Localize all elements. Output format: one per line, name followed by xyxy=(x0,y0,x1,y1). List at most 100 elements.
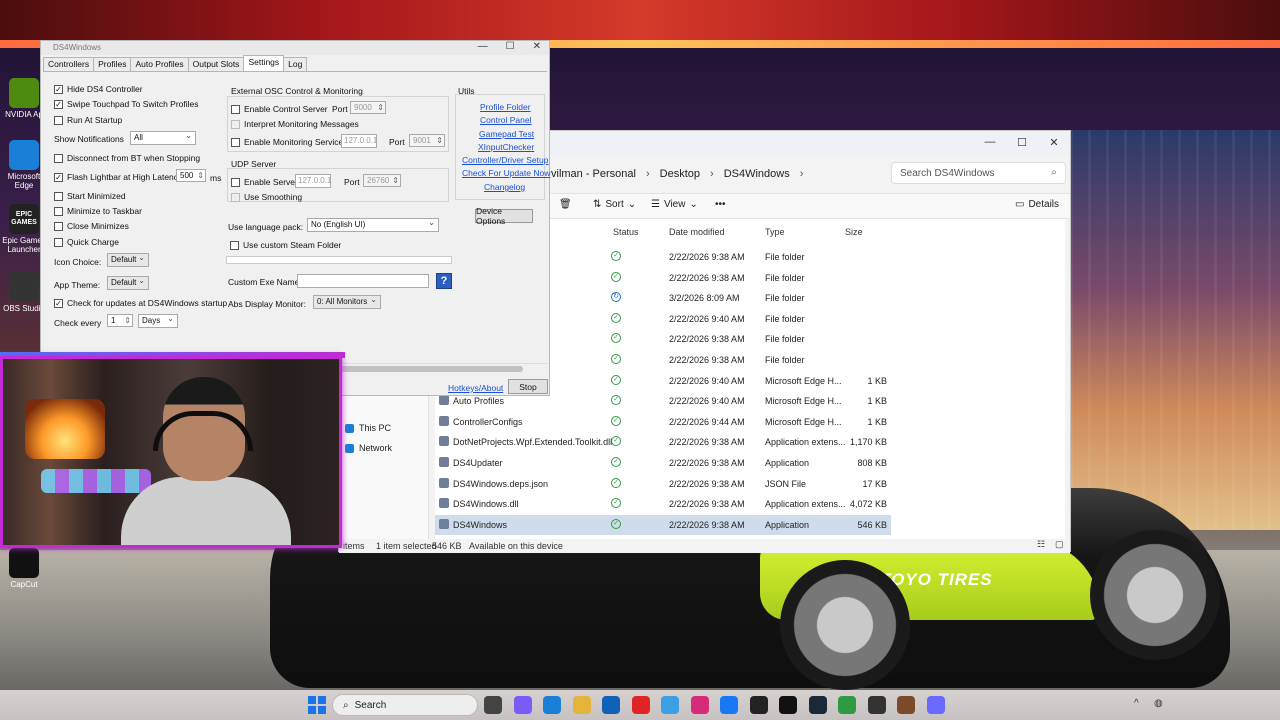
enable-monitoring-checkbox[interactable]: Enable Monitoring Service xyxy=(231,137,343,147)
custom-steam-folder-checkbox[interactable]: Use custom Steam Folder xyxy=(230,240,341,250)
flash-lightbar-checkbox[interactable]: ✓ Flash Lightbar at High Latency xyxy=(54,172,182,182)
enable-control-server-checkbox[interactable]: Enable Control Server xyxy=(231,104,328,114)
tray-network-icon[interactable]: ◍ xyxy=(1154,698,1163,709)
explorer-search-input[interactable]: Search DS4Windows ⌕ xyxy=(891,162,1066,184)
xinput-checker-link[interactable]: XInputChecker xyxy=(478,142,534,152)
breadcrumb-onedrive[interactable]: vilman - Personal xyxy=(551,168,636,180)
interpret-monitoring-checkbox[interactable]: Interpret Monitoring Messages xyxy=(231,119,359,129)
xbox-icon[interactable] xyxy=(838,696,856,714)
edge-icon[interactable] xyxy=(543,696,561,714)
delete-button[interactable]: 🗑 xyxy=(559,199,572,210)
photos-icon[interactable] xyxy=(661,696,679,714)
control-panel-link[interactable]: Control Panel xyxy=(480,115,532,125)
ds4-icon[interactable] xyxy=(867,696,886,714)
device-options-button[interactable]: Device Options xyxy=(475,206,533,226)
abs-display-select[interactable]: 0: All Monitors xyxy=(313,294,381,309)
start-minimized-checkbox[interactable]: Start Minimized xyxy=(54,191,126,201)
use-smoothing-checkbox[interactable]: Use Smoothing xyxy=(231,192,302,202)
column-type[interactable]: Type xyxy=(765,227,785,237)
custom-exe-input[interactable] xyxy=(297,274,429,288)
hide-ds4-checkbox[interactable]: ✓ Hide DS4 Controller xyxy=(54,84,143,94)
breadcrumb-ds4windows[interactable]: DS4Windows xyxy=(724,168,790,180)
profile-folder-link[interactable]: Profile Folder xyxy=(480,102,531,112)
file-row[interactable]: DS4Windows 2/22/2026 9:38 AM Application 54… xyxy=(435,514,891,535)
task-view-icon[interactable] xyxy=(484,696,502,714)
ds4-maximize-button[interactable]: ☐ xyxy=(506,41,515,52)
file-row[interactable]: DS4Windows.dll 2/22/2026 9:38 AM Applicati… xyxy=(435,494,891,514)
swipe-touchpad-checkbox[interactable]: ✓ Swipe Touchpad To Switch Profiles xyxy=(54,99,199,109)
ds4-minimize-button[interactable]: — xyxy=(478,41,488,52)
check-update-link[interactable]: Check For Update Now xyxy=(462,168,550,178)
show-notifications-select[interactable]: All xyxy=(130,130,196,145)
file-row[interactable]: DS4Updater 2/22/2026 9:38 AM Application 80… xyxy=(435,453,891,473)
explorer-maximize-button[interactable]: ☐ xyxy=(1006,131,1038,153)
minimize-taskbar-checkbox[interactable]: Minimize to Taskbar xyxy=(54,206,142,216)
more-options-button[interactable]: ••• xyxy=(715,199,726,210)
steam-folder-input[interactable] xyxy=(226,256,452,264)
ds4-close-button[interactable]: ✕ xyxy=(533,41,541,52)
status-selected: 1 item selected xyxy=(376,541,437,551)
control-port-stepper[interactable]: 9000 xyxy=(350,101,386,114)
column-size[interactable]: Size xyxy=(845,227,863,237)
explorer-minimize-button[interactable]: — xyxy=(974,131,1006,153)
details-pane-button[interactable]: ▭ Details xyxy=(1015,199,1059,210)
explorer-close-button[interactable]: ✕ xyxy=(1038,131,1070,153)
tray-chevron-icon[interactable]: ^ xyxy=(1134,698,1139,709)
tab-settings[interactable]: Settings xyxy=(243,55,285,71)
steam-icon[interactable] xyxy=(808,696,827,714)
quick-charge-checkbox[interactable]: Quick Charge xyxy=(54,237,119,247)
taskbar-search-input[interactable]: ⌕ Search xyxy=(332,694,478,716)
breadcrumb-desktop[interactable]: Desktop xyxy=(660,168,700,180)
tab-controllers[interactable]: Controllers xyxy=(43,57,95,71)
icon-choice-select[interactable]: Default xyxy=(107,252,149,267)
windows-start-icon[interactable] xyxy=(308,696,326,714)
column-date-modified[interactable]: Date modified xyxy=(669,227,725,237)
driver-setup-link[interactable]: Controller/Driver Setup xyxy=(462,155,548,165)
details-view-icon[interactable]: ☷ xyxy=(1037,539,1045,550)
disconnect-bt-checkbox[interactable]: Disconnect from BT when Stopping xyxy=(54,153,200,163)
youtube-icon[interactable] xyxy=(631,696,650,714)
check-updates-checkbox[interactable]: ✓ Check for updates at DS4Windows startup xyxy=(54,298,227,308)
gamepad-test-link[interactable]: Gamepad Test xyxy=(479,129,534,139)
udp-ip-input[interactable]: 127.0.0.1 xyxy=(295,174,331,188)
app-theme-select[interactable]: Default xyxy=(107,275,149,290)
tab-profiles[interactable]: Profiles xyxy=(93,57,132,71)
changelog-link[interactable]: Changelog xyxy=(484,182,525,192)
outlook-icon[interactable] xyxy=(602,696,620,714)
stop-button[interactable]: Stop xyxy=(508,379,548,394)
monitor-ip-input[interactable]: 127.0.0.1 xyxy=(341,134,377,148)
facebook-icon[interactable] xyxy=(720,696,738,714)
check-every-unit-select[interactable]: Days xyxy=(138,313,178,328)
nav-item[interactable]: This PC xyxy=(345,423,391,433)
tab-log[interactable]: Log xyxy=(283,57,308,71)
tab-auto-profiles[interactable]: Auto Profiles xyxy=(130,57,189,71)
tab-output-slots[interactable]: Output Slots xyxy=(187,57,245,71)
view-button[interactable]: ☰ View ⌄ xyxy=(651,199,698,210)
check-every-stepper[interactable]: 1 xyxy=(107,314,133,327)
tiktok-icon[interactable] xyxy=(779,696,797,714)
language-select[interactable]: No (English UI) xyxy=(307,217,439,232)
sort-button[interactable]: ⇅ Sort ⌄ xyxy=(593,199,636,210)
help-icon[interactable]: ? xyxy=(436,273,452,289)
close-minimizes-checkbox[interactable]: Close Minimizes xyxy=(54,221,129,231)
ds4-titlebar[interactable]: DS4Windows — ☐ ✕ xyxy=(41,41,549,55)
desktop-shortcut[interactable]: CapCut xyxy=(2,548,46,589)
run-at-startup-checkbox[interactable]: Run At Startup xyxy=(54,115,122,125)
monitor-port-stepper[interactable]: 9001 xyxy=(409,134,445,147)
latency-stepper[interactable]: 500 xyxy=(176,169,206,182)
copilot-icon[interactable] xyxy=(513,696,532,714)
file-row[interactable]: DS4Windows.deps.json 2/22/2026 9:38 AM JSO… xyxy=(435,474,891,494)
app-icon[interactable] xyxy=(897,696,915,714)
enable-udp-server-checkbox[interactable]: Enable Server xyxy=(231,177,298,187)
file-row[interactable]: DotNetProjects.Wpf.Extended.Toolkit.dll 2… xyxy=(435,432,891,452)
instagram-icon[interactable] xyxy=(690,696,709,714)
file-row[interactable]: ControllerConfigs 2/22/2026 9:44 AM Micros… xyxy=(435,412,891,432)
amazon-icon[interactable] xyxy=(749,696,768,714)
column-status[interactable]: Status xyxy=(613,227,639,237)
tiles-view-icon[interactable]: ▢ xyxy=(1055,539,1064,550)
file-explorer-icon[interactable] xyxy=(572,696,591,714)
ds4windows-icon[interactable] xyxy=(926,696,945,714)
nav-item[interactable]: Network xyxy=(345,443,392,453)
udp-port-stepper[interactable]: 26760 xyxy=(363,174,401,187)
hotkeys-about-link[interactable]: Hotkeys/About xyxy=(448,383,503,393)
